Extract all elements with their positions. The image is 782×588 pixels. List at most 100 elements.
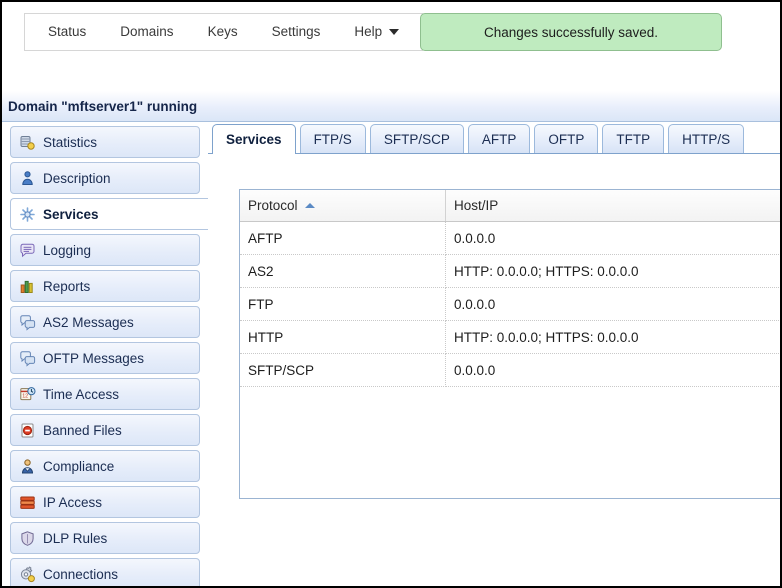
sidebar-item-label: AS2 Messages [43,314,134,330]
success-alert: Changes successfully saved. [420,13,722,51]
sidebar-item-banned-files[interactable]: Banned Files [10,414,200,446]
tab-strip[interactable]: Services FTP/S SFTP/SCP AFTP OFTP TFTP HTTP/S [208,122,780,154]
sidebar-item-label: OFTP Messages [43,350,145,366]
table-row[interactable]: SFTP/SCP 0.0.0.0 [240,353,780,387]
menu-settings-label: Settings [271,24,321,39]
sort-ascending-icon [304,202,315,208]
connections-icon [19,565,36,583]
column-header-protocol-label: Protocol [248,198,298,213]
cell-protocol: HTTP [240,320,446,354]
tab-label: Services [226,132,282,147]
sidebar-item-connections[interactable]: Connections [10,558,200,586]
menu-status-label: Status [48,24,87,39]
column-header-hostip-label: Host/IP [454,198,499,213]
logging-icon [19,242,36,259]
cell-protocol: AS2 [240,254,446,288]
sidebar-item-label: DLP Rules [43,530,108,546]
sidebar-item-label: Connections [43,566,119,582]
tab-label: SFTP/SCP [383,131,450,147]
tab-oftp[interactable]: OFTP [534,124,599,153]
content-area: Services FTP/S SFTP/SCP AFTP OFTP TFTP HTTP/S … [208,122,780,586]
column-header-protocol[interactable]: Protocol [240,190,446,222]
banned-files-icon [19,422,36,439]
tab-aftp[interactable]: AFTP [467,124,531,153]
tab-services[interactable]: Services [212,124,296,154]
cell-protocol: AFTP [240,221,446,255]
description-icon [19,170,36,187]
tab-http-s[interactable]: HTTP/S [668,124,745,153]
sidebar-item-label: Statistics [43,134,98,150]
sidebar-item-label: Reports [43,278,91,294]
sidebar-item-label: Description [43,170,111,186]
menu-settings[interactable]: Settings [255,14,338,50]
sidebar-item-label: Time Access [43,386,120,402]
application-window: Status Domains Keys Settings Help Changes su… [0,0,782,588]
table-header-row: Protocol Host/IP [240,190,780,222]
cell-protocol: FTP [240,287,446,321]
sidebar-item-description[interactable]: Description [10,162,200,194]
tab-label: HTTP/S [682,131,731,147]
tab-ftp-s[interactable]: FTP/S [299,124,366,153]
time-access-icon: 12 [19,386,36,403]
sidebar-item-ip-access[interactable]: IP Access [10,486,200,518]
services-table-panel: Protocol Host/IP AFTP 0.0.0.0 AS2 HTTP: 0.0… [239,189,780,499]
compliance-icon [19,458,36,475]
services-icon [19,206,36,223]
sidebar-item-oftp-messages[interactable]: OFTP Messages [10,342,200,374]
sidebar-item-label: Logging [43,242,92,258]
sidebar-item-statistics[interactable]: Statistics [10,126,200,158]
sidebar-item-as2-messages[interactable]: AS2 Messages [10,306,200,338]
menu-help-label: Help [354,24,383,39]
tab-label: OFTP [548,131,585,147]
menu-keys[interactable]: Keys [191,14,255,50]
menu-help[interactable]: Help [337,14,416,50]
dlp-rules-icon [19,530,36,547]
domain-status-text: Domain "mftserver1" running [8,98,198,114]
menu-keys-label: Keys [207,24,238,39]
sidebar-item-logging[interactable]: Logging [10,234,200,266]
table-body: AFTP 0.0.0.0 AS2 HTTP: 0.0.0.0; HTTPS: 0.0.… [240,221,780,387]
table-header: Protocol Host/IP [240,190,780,222]
tab-label: FTP/S [313,131,352,147]
menu-domains[interactable]: Domains [103,14,190,50]
success-alert-text: Changes successfully saved. [483,24,659,40]
reports-icon [19,278,36,295]
menu-status[interactable]: Status [31,14,103,50]
table-row[interactable]: FTP 0.0.0.0 [240,287,780,321]
tab-label: AFTP [481,131,517,147]
tab-tftp[interactable]: TFTP [602,124,665,153]
table-row[interactable]: HTTP HTTP: 0.0.0.0; HTTPS: 0.0.0.0 [240,320,780,354]
sidebar-item-compliance[interactable]: Compliance [10,450,200,482]
tab-label: TFTP [616,131,651,147]
domain-status-banner: Domain "mftserver1" running [2,91,780,122]
cell-protocol: SFTP/SCP [240,353,446,387]
sidebar-item-services[interactable]: Services [10,198,208,230]
sidebar-item-label: Banned Files [43,422,122,438]
statistics-icon [19,134,36,151]
cell-hostip: HTTP: 0.0.0.0; HTTPS: 0.0.0.0 [445,254,780,288]
table-row[interactable]: AFTP 0.0.0.0 [240,221,780,255]
svg-text:12: 12 [22,393,28,399]
services-table: Protocol Host/IP AFTP 0.0.0.0 AS2 HTTP: 0.0… [240,190,780,387]
menu-domains-label: Domains [120,24,174,39]
cell-hostip: 0.0.0.0 [445,221,780,255]
cell-hostip: 0.0.0.0 [445,353,780,387]
column-header-hostip[interactable]: Host/IP [445,190,780,222]
as2-messages-icon [19,314,36,331]
tab-sftp-scp[interactable]: SFTP/SCP [369,124,464,153]
table-row[interactable]: AS2 HTTP: 0.0.0.0; HTTPS: 0.0.0.0 [240,254,780,288]
sidebar-item-time-access[interactable]: 12 Time Access [10,378,200,410]
sidebar-item-dlp-rules[interactable]: DLP Rules [10,522,200,554]
sidebar-navigation[interactable]: Statistics Description Services Logging Repo… [2,122,208,586]
cell-hostip: HTTP: 0.0.0.0; HTTPS: 0.0.0.0 [445,320,780,354]
sidebar-item-label: IP Access [43,494,103,510]
chevron-down-icon [389,29,400,35]
sidebar-item-label: Compliance [43,458,115,474]
sidebar-item-label: Services [43,206,99,222]
sidebar-item-reports[interactable]: Reports [10,270,200,302]
main-menu-bar: Status Domains Keys Settings Help [24,13,424,51]
ip-access-icon [19,494,36,511]
oftp-messages-icon [19,350,36,367]
top-bar: Status Domains Keys Settings Help Changes su… [2,2,780,91]
cell-hostip: 0.0.0.0 [445,287,780,321]
